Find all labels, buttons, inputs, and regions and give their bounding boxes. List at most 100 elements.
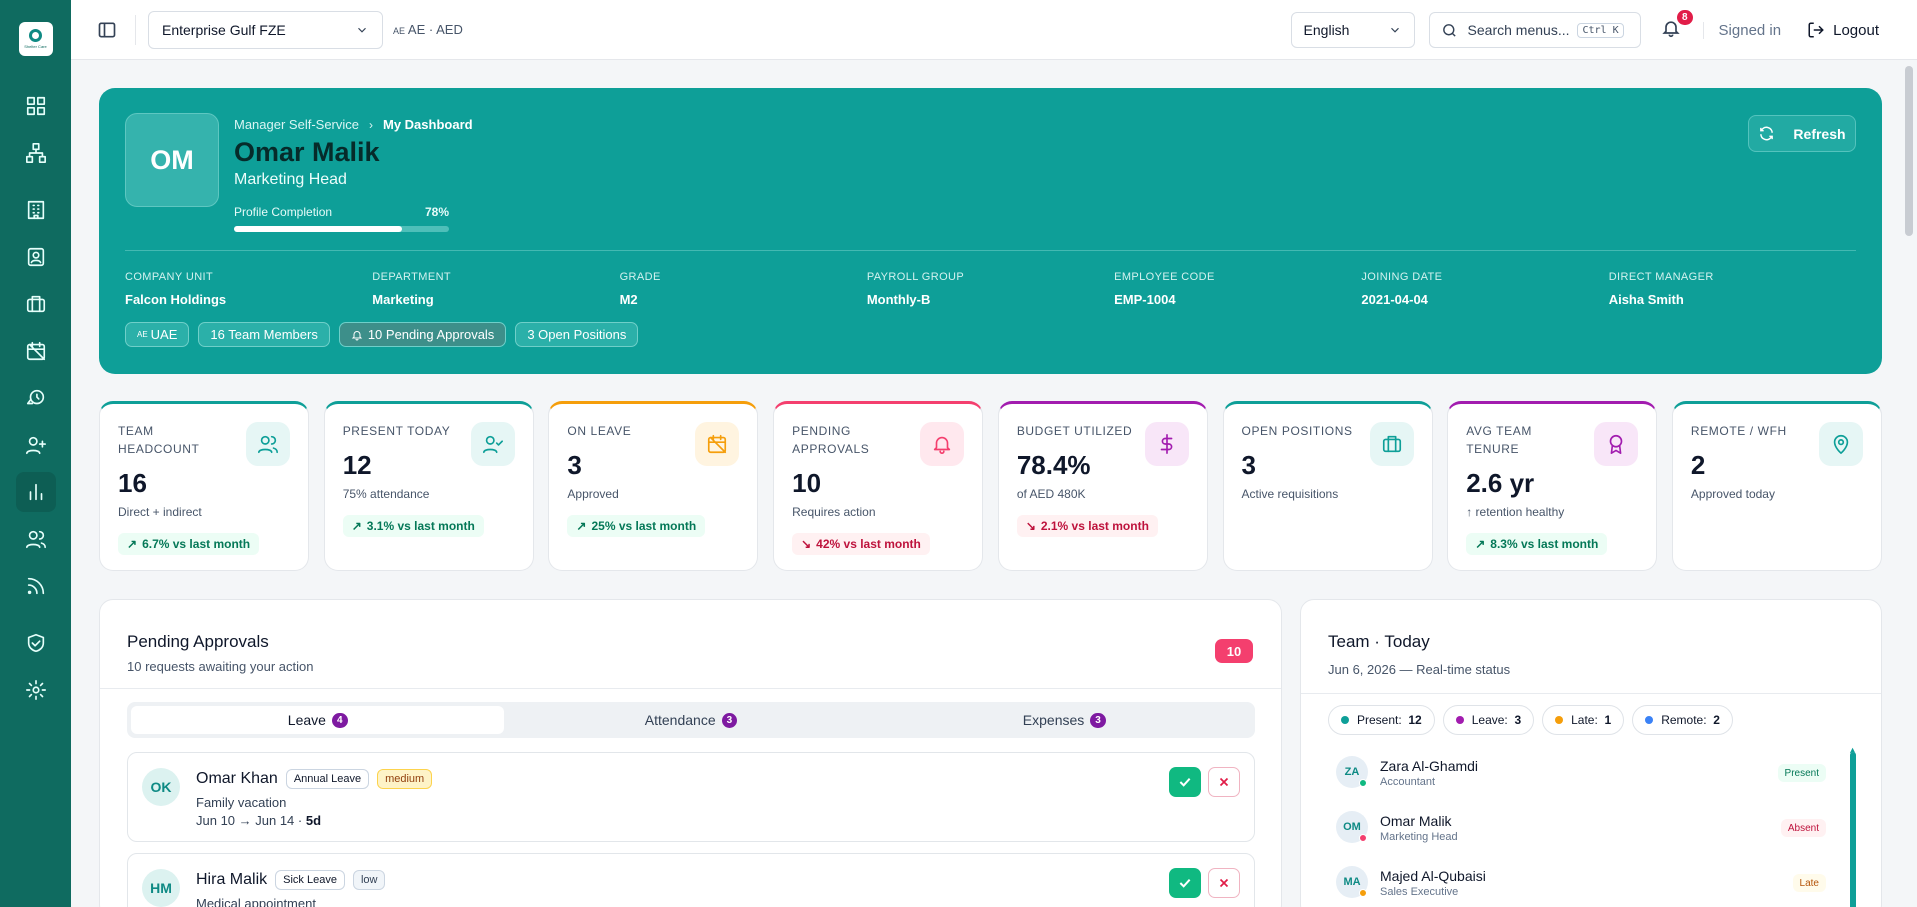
- country-flag: AE: [137, 330, 148, 339]
- map-pin-icon: [1818, 422, 1863, 466]
- status-count: 3: [1514, 713, 1522, 727]
- status-pill-late[interactable]: Late: 1: [1542, 705, 1625, 735]
- sidebar-toggle-icon[interactable]: [97, 20, 117, 40]
- page-scrollbar-thumb[interactable]: [1905, 66, 1913, 236]
- approvals-count-badge: 10: [1215, 639, 1253, 663]
- open-positions-chip[interactable]: 3 Open Positions: [515, 322, 639, 347]
- meta-value: Monthly-B: [866, 292, 931, 307]
- kpi-trend: ↘ 2.1% vs last month: [1016, 515, 1158, 537]
- kpi-card-on-leave[interactable]: ON LEAVE 3 Approved ↗ 25% vs last month: [548, 401, 759, 571]
- kpi-card-present-today[interactable]: PRESENT TODAY 12 75% attendance ↗ 3.1% vs la…: [323, 401, 534, 571]
- status-pill-present[interactable]: Present: 12: [1328, 705, 1435, 735]
- member-name: Majed Al-Qubaisi: [1380, 868, 1486, 884]
- org-chart-icon[interactable]: [16, 133, 56, 173]
- topbar-right: English Search menus... Ctrl K 8 Signed …: [1290, 0, 1917, 60]
- user-plus-icon[interactable]: [16, 425, 56, 465]
- status-count: 1: [1604, 713, 1612, 727]
- search-shortcut: Ctrl K: [1577, 22, 1624, 38]
- tab-attendance[interactable]: Attendance 3: [504, 706, 877, 734]
- briefcase-icon[interactable]: [16, 284, 56, 324]
- contact-card-icon[interactable]: [16, 237, 56, 277]
- rss-icon[interactable]: [16, 566, 56, 606]
- status-badge: Absent: [1780, 819, 1826, 837]
- shield-check-icon[interactable]: [16, 623, 56, 663]
- status-dot: [1341, 716, 1349, 724]
- tab-leave[interactable]: Leave 4: [131, 706, 505, 734]
- approve-button[interactable]: [1169, 767, 1201, 797]
- status-count: 12: [1408, 713, 1422, 727]
- search-placeholder: Search menus...: [1467, 22, 1570, 38]
- team-member-row[interactable]: ZA Zara Al-Ghamdi Accountant Present: [1336, 750, 1826, 794]
- team-today-panel: Team · Today Jun 6, 2026 — Real-time sta…: [1300, 599, 1882, 907]
- team-list-scrollbar-thumb[interactable]: [1850, 752, 1856, 907]
- presence-dot: [1359, 834, 1367, 842]
- profile-progress-fill: [234, 226, 402, 232]
- team-status-summary: Present: 12 Leave: 3 Late: 1 Remote: 2: [1328, 705, 1741, 735]
- company-select[interactable]: Enterprise Gulf FZE: [148, 10, 383, 49]
- logout-icon: [1808, 22, 1824, 38]
- reject-button[interactable]: [1208, 767, 1240, 797]
- meta-value: Marketing: [372, 292, 434, 307]
- kpi-trend-text: 25% vs last month: [591, 519, 697, 533]
- kpi-card-pending-approvals[interactable]: PENDING APPROVALS 10 Requires action ↘ 42% v…: [773, 401, 984, 571]
- calendar-off-icon[interactable]: [16, 331, 56, 371]
- country-chip[interactable]: AE UAE: [125, 322, 190, 347]
- avatar: HM: [142, 869, 180, 907]
- kpi-trend: ↗ 6.7% vs last month: [118, 533, 260, 555]
- kpi-label: BUDGET UTILIZED: [1016, 424, 1133, 438]
- refresh-label: Refresh: [1793, 125, 1846, 142]
- language-value: English: [1303, 22, 1350, 38]
- panel-title: Pending Approvals: [127, 632, 269, 651]
- users-icon[interactable]: [16, 519, 56, 559]
- trend-down-icon: ↘: [801, 537, 812, 551]
- tab-count: 3: [1090, 712, 1106, 728]
- pending-approvals-chip[interactable]: 10 Pending Approvals: [338, 322, 507, 347]
- calendar-off-icon: [695, 422, 740, 466]
- bell-icon: [351, 330, 363, 340]
- panel-subtitle: Jun 6, 2026 — Real-time status: [1328, 662, 1511, 677]
- member-name: Zara Al-Ghamdi: [1380, 758, 1479, 774]
- kpi-trend-text: 6.7% vs last month: [142, 537, 251, 551]
- kpi-card-avg-team-tenure[interactable]: AVG TEAM TENURE 2.6 yr ↑ retention healthy…: [1447, 401, 1658, 571]
- reject-button[interactable]: [1208, 868, 1240, 898]
- date-range: Jun 10 → Jun 14 ·: [196, 813, 306, 828]
- refresh-button[interactable]: Refresh: [1748, 115, 1856, 152]
- kpi-trend-text: 8.3% vs last month: [1490, 537, 1599, 551]
- bar-chart-icon[interactable]: [15, 472, 56, 512]
- approval-tabs: Leave 4 Attendance 3 Expenses 3: [127, 702, 1255, 738]
- search-input[interactable]: Search menus... Ctrl K: [1428, 12, 1641, 48]
- kpi-trend-text: 3.1% vs last month: [366, 519, 475, 533]
- kpi-card-budget-utilized[interactable]: BUDGET UTILIZED 78.4% of AED 480K ↘ 2.1% vs …: [997, 401, 1208, 571]
- building-icon[interactable]: [16, 190, 56, 230]
- kpi-value: 10: [792, 468, 822, 498]
- request-dates: Jun 10 → Jun 14 · 5d: [196, 813, 321, 828]
- team-member-row[interactable]: MA Majed Al-Qubaisi Sales Executive Late: [1336, 860, 1826, 904]
- trend-up-icon: ↗: [576, 519, 587, 533]
- kpi-card-team-headcount[interactable]: TEAM HEADCOUNT 16 Direct + indirect ↗ 6.7% v…: [99, 401, 309, 571]
- gear-icon[interactable]: [16, 670, 56, 710]
- app-logo[interactable]: Shelter Care: [18, 22, 53, 56]
- clock-history-icon[interactable]: [16, 378, 56, 418]
- award-icon: [1594, 422, 1639, 466]
- breadcrumb-parent[interactable]: Manager Self-Service: [234, 117, 359, 132]
- kpi-card-open-positions[interactable]: OPEN POSITIONS 3 Active requisitions: [1222, 401, 1433, 571]
- language-select[interactable]: English: [1290, 12, 1415, 48]
- bell-icon: [920, 422, 965, 466]
- team-list-scrollbar[interactable]: [1850, 752, 1856, 907]
- pending-approvals-chip-label: 10 Pending Approvals: [367, 327, 495, 342]
- approve-button[interactable]: [1169, 868, 1201, 898]
- logout-button[interactable]: Logout: [1807, 21, 1879, 39]
- member-role: Accountant: [1380, 776, 1436, 788]
- team-members-chip[interactable]: 16 Team Members: [198, 322, 330, 347]
- meta-label: DEPARTMENT: [372, 271, 452, 283]
- status-pill-leave[interactable]: Leave: 3: [1442, 705, 1535, 735]
- tab-expenses[interactable]: Expenses 3: [878, 706, 1251, 734]
- tab-label: Leave: [287, 712, 326, 728]
- profile-completion-label: Profile Completion 78%: [234, 205, 449, 219]
- kpi-value: 16: [118, 468, 147, 498]
- kpi-card-remote-wfh[interactable]: REMOTE / WFH 2 Approved today: [1671, 401, 1882, 571]
- notifications-button[interactable]: 8: [1661, 10, 1693, 42]
- status-pill-remote[interactable]: Remote: 2: [1632, 705, 1733, 735]
- team-member-row[interactable]: OM Omar Malik Marketing Head Absent: [1336, 805, 1826, 849]
- dashboard-icon[interactable]: [16, 86, 56, 126]
